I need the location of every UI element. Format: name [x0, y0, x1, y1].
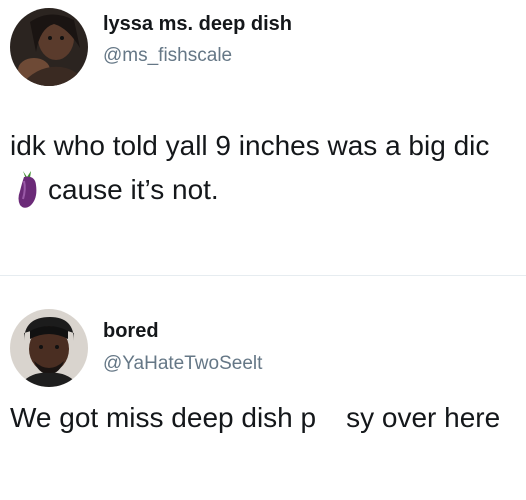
display-name[interactable]: lyssa ms. deep dish — [103, 13, 292, 36]
display-name[interactable]: bored — [103, 320, 159, 343]
tweet-text-part: sy over here — [346, 402, 501, 433]
tweet-text-part: We got miss deep dish p — [10, 402, 317, 433]
user-handle[interactable]: @YaHateTwoSeelt — [103, 353, 262, 375]
tweet-card[interactable]: bored @YaHateTwoSeelt We got miss deep d… — [0, 276, 526, 500]
user-handle[interactable]: @ms_fishscale — [103, 45, 232, 67]
eggplant-icon — [14, 169, 42, 209]
tweet-text: idk who told yall 9 inches was a big dic… — [10, 124, 516, 212]
avatar[interactable] — [10, 309, 88, 387]
tweet-card[interactable]: lyssa ms. deep dish @ms_fishscale idk wh… — [0, 0, 526, 276]
avatar-photo-icon — [10, 8, 88, 86]
tweet-text: We got miss deep dish p sy over here — [10, 396, 516, 440]
avatar[interactable] — [10, 8, 88, 86]
tweet-text-part: idk who told yall 9 inches was a big dic — [10, 130, 490, 161]
avatar-photo-icon — [10, 309, 88, 387]
tweet-text-part: cause it’s not. — [48, 174, 219, 205]
